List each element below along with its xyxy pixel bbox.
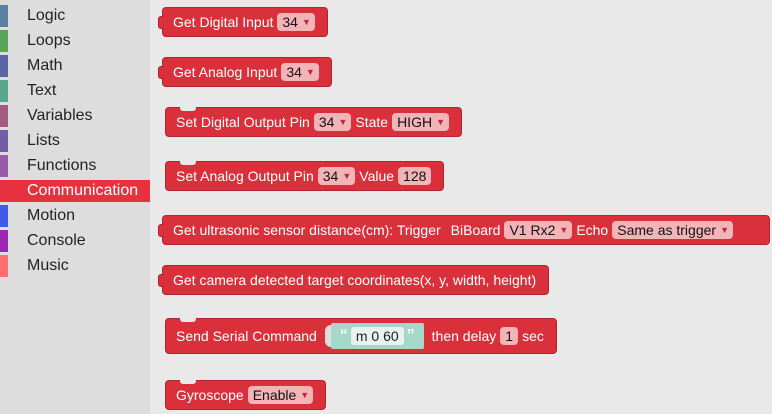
state-dropdown[interactable]: HIGH ▼ — [392, 113, 449, 131]
block-label: Set Analog Output Pin — [176, 168, 314, 184]
dropdown-value: 34 — [318, 114, 335, 130]
category-swatch — [0, 205, 8, 227]
dropdown-arrow-icon: ▼ — [301, 17, 311, 27]
dropdown-arrow-icon: ▼ — [559, 225, 569, 235]
dropdown-arrow-icon: ▼ — [338, 117, 348, 127]
output-tab — [158, 16, 164, 29]
category-loops[interactable]: Loops — [0, 30, 150, 52]
output-tab — [158, 224, 164, 237]
echo-label: Echo — [576, 222, 609, 238]
block-label: Get ultrasonic sensor distance(cm): Trig… — [173, 222, 441, 238]
echo-dropdown[interactable]: Same as trigger ▼ — [612, 221, 733, 239]
category-label: Logic — [27, 7, 66, 24]
dropdown-arrow-icon: ▼ — [342, 171, 352, 181]
category-swatch — [0, 30, 8, 52]
send-serial-command-block[interactable]: Send Serial Command “ m 0 60 ” then dela… — [165, 318, 557, 354]
pin-dropdown[interactable]: 34 ▼ — [317, 167, 356, 185]
gyroscope-block[interactable]: Gyroscope Enable ▼ — [165, 380, 327, 410]
close-quote-icon: ” — [406, 327, 415, 344]
input-socket-cap — [324, 325, 331, 347]
unit-label: sec — [522, 328, 544, 344]
delay-number-field[interactable]: 1 — [500, 327, 519, 345]
category-label: Math — [27, 57, 63, 74]
category-music[interactable]: Music — [0, 255, 150, 277]
string-input-socket: “ m 0 60 ” — [324, 323, 424, 349]
trigger-dropdown[interactable]: V1 Rx2 ▼ — [504, 221, 573, 239]
block-workspace[interactable]: Get Digital Input 34 ▼ Get Analog Input 3… — [150, 0, 772, 414]
category-variables[interactable]: Variables — [0, 105, 150, 127]
category-functions[interactable]: Functions — [0, 155, 150, 177]
category-swatch — [0, 130, 8, 152]
toolbox: Logic Loops Math Text Variables Lists Fu… — [0, 0, 150, 414]
set-analog-output-block[interactable]: Set Analog Output Pin 34 ▼ Value 128 — [165, 161, 445, 191]
category-communication[interactable]: Communication — [0, 180, 150, 202]
category-swatch — [0, 255, 8, 277]
value-number-field[interactable]: 128 — [398, 167, 432, 185]
board-label: BiBoard — [450, 222, 501, 238]
dropdown-value: HIGH — [397, 114, 433, 130]
dropdown-arrow-icon: ▼ — [720, 225, 729, 235]
block-label: Get Digital Input — [173, 14, 274, 30]
camera-target-block[interactable]: Get camera detected target coordinates(x… — [158, 265, 550, 295]
category-label: Motion — [27, 207, 76, 224]
delay-label: then delay — [431, 328, 497, 344]
category-label: Communication — [27, 182, 139, 199]
block-label: Send Serial Command — [176, 328, 317, 344]
get-analog-input-block[interactable]: Get Analog Input 34 ▼ — [158, 57, 332, 87]
dropdown-arrow-icon: ▼ — [300, 390, 310, 400]
value-label: Value — [359, 168, 395, 184]
get-digital-input-block[interactable]: Get Digital Input 34 ▼ — [158, 7, 328, 37]
category-label: Console — [27, 232, 86, 249]
dropdown-arrow-icon: ▼ — [305, 67, 315, 77]
previous-connection-notch — [180, 318, 196, 322]
set-digital-output-block[interactable]: Set Digital Output Pin 34 ▼ State HIGH ▼ — [165, 107, 462, 137]
block-label: Set Digital Output Pin — [176, 114, 310, 130]
category-text[interactable]: Text — [0, 80, 150, 102]
block-label: Get Analog Input — [173, 64, 278, 80]
dropdown-value: 34 — [286, 64, 302, 80]
dropdown-value: 34 — [282, 14, 298, 30]
command-text-field[interactable]: m 0 60 — [350, 327, 404, 345]
category-math[interactable]: Math — [0, 55, 150, 77]
dropdown-value: Same as trigger — [617, 222, 717, 238]
category-lists[interactable]: Lists — [0, 130, 150, 152]
open-quote-icon: “ — [339, 327, 348, 344]
pin-dropdown[interactable]: 34 ▼ — [281, 63, 319, 81]
pin-dropdown[interactable]: 34 ▼ — [277, 13, 315, 31]
category-label: Variables — [27, 107, 93, 124]
pin-dropdown[interactable]: 34 ▼ — [313, 113, 352, 131]
previous-connection-notch — [180, 161, 196, 165]
category-swatch — [0, 80, 8, 102]
dropdown-value: Enable — [252, 387, 297, 403]
category-label: Loops — [27, 32, 71, 49]
text-block[interactable]: “ m 0 60 ” — [330, 323, 424, 349]
dropdown-arrow-icon: ▼ — [436, 117, 445, 127]
category-swatch — [0, 230, 8, 252]
category-logic[interactable]: Logic — [0, 5, 150, 27]
dropdown-value: 34 — [322, 168, 339, 184]
category-label: Music — [27, 257, 69, 274]
previous-connection-notch — [180, 107, 196, 111]
previous-connection-notch — [180, 380, 196, 384]
state-label: State — [355, 114, 389, 130]
category-swatch — [0, 180, 8, 202]
block-label: Get camera detected target coordinates(x… — [173, 272, 537, 288]
ultrasonic-distance-block[interactable]: Get ultrasonic sensor distance(cm): Trig… — [158, 215, 770, 245]
gyroscope-mode-dropdown[interactable]: Enable ▼ — [247, 386, 314, 404]
category-motion[interactable]: Motion — [0, 205, 150, 227]
block-label: Gyroscope — [176, 387, 244, 403]
category-swatch — [0, 55, 8, 77]
category-swatch — [0, 5, 8, 27]
category-swatch — [0, 105, 8, 127]
category-label: Text — [27, 82, 57, 99]
category-label: Lists — [27, 132, 60, 149]
category-label: Functions — [27, 157, 97, 174]
category-swatch — [0, 155, 8, 177]
output-tab — [158, 66, 164, 79]
dropdown-value: V1 Rx2 — [509, 222, 556, 238]
category-console[interactable]: Console — [0, 230, 150, 252]
output-tab — [158, 274, 164, 287]
